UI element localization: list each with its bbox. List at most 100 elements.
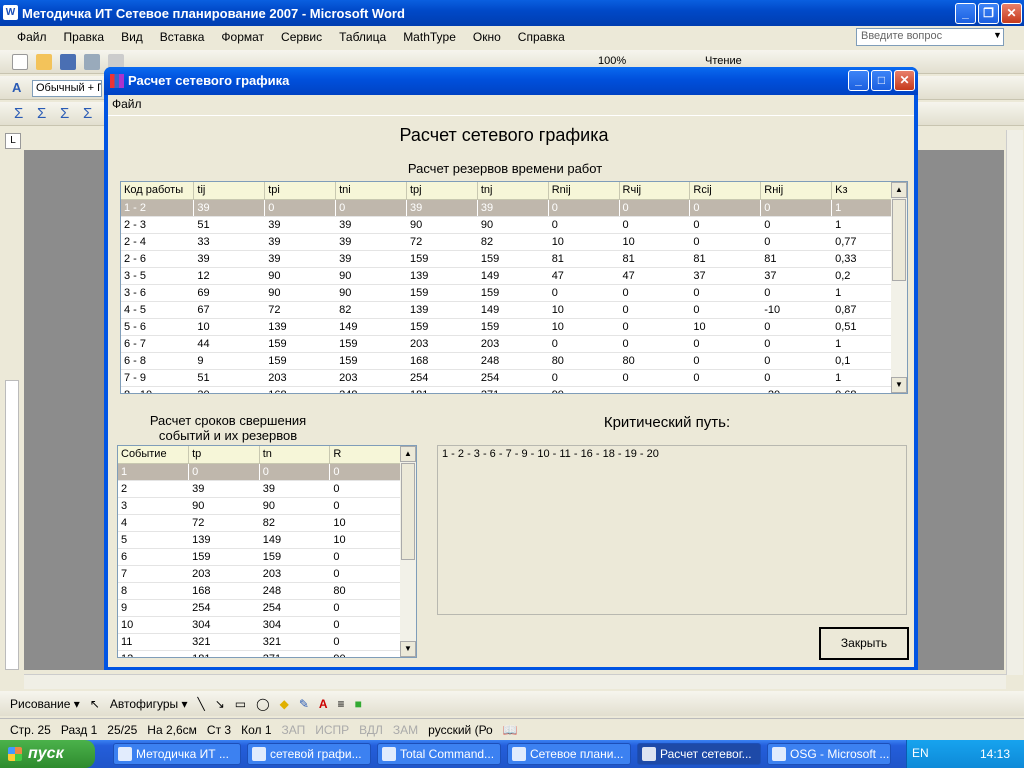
works-column-header[interactable]: tpi <box>264 182 337 200</box>
ask-dropdown-icon[interactable]: ▼ <box>993 30 1002 40</box>
document-vertical-scrollbar[interactable] <box>1006 130 1023 675</box>
works-scrollbar[interactable]: ▲ ▼ <box>891 182 907 393</box>
works-table-row[interactable]: 3 - 5 12 90 90 139 149 47 47 37 37 0,2 <box>121 267 893 285</box>
works-table-row[interactable]: 2 - 3 51 39 39 90 90 0 0 0 0 1 <box>121 216 893 234</box>
menu-table[interactable]: Таблица <box>339 30 386 44</box>
events-scroll-up-icon[interactable]: ▲ <box>400 446 416 462</box>
start-button[interactable]: пуск <box>0 740 95 768</box>
spelling-status-icon[interactable]: 📖 <box>503 723 518 737</box>
save-icon[interactable] <box>60 54 76 70</box>
status-ovr[interactable]: ЗАМ <box>393 723 418 737</box>
sum-icon-4[interactable]: Σ <box>83 105 99 122</box>
status-rec[interactable]: ЗАП <box>282 723 306 737</box>
language-indicator[interactable]: EN <box>912 746 929 760</box>
events-scrollbar[interactable]: ▲ ▼ <box>400 446 416 657</box>
events-table-row[interactable]: 5 139 149 10 <box>118 531 401 549</box>
open-folder-icon[interactable] <box>36 54 52 70</box>
works-column-header[interactable]: Rcij <box>689 182 762 200</box>
permission-icon[interactable] <box>84 54 100 70</box>
events-table-row[interactable]: 7 203 203 0 <box>118 565 401 583</box>
works-table-row[interactable]: 1 - 2 39 0 0 39 39 0 0 0 0 1 <box>121 199 893 217</box>
works-table-row[interactable]: 2 - 4 33 39 39 72 82 10 10 0 0 0,77 <box>121 233 893 251</box>
task-word-method[interactable]: Методичка ИТ ... <box>113 743 241 765</box>
events-table-row[interactable]: 6 159 159 0 <box>118 548 401 566</box>
scroll-up-icon[interactable]: ▲ <box>891 182 907 198</box>
line-style-icon[interactable]: ≡ <box>338 697 345 711</box>
zoom-value[interactable]: 100% <box>598 55 626 67</box>
minimize-icon[interactable]: _ <box>955 3 976 24</box>
scroll-down-icon[interactable]: ▼ <box>891 377 907 393</box>
style-select[interactable]: Обычный + П <box>32 80 102 97</box>
works-column-header[interactable]: tij <box>193 182 266 200</box>
task-network-graph[interactable]: сетевой графи... <box>247 743 371 765</box>
events-table-row[interactable]: 10 304 304 0 <box>118 616 401 634</box>
dialog-close-icon[interactable]: ✕ <box>894 70 915 91</box>
dialog-title-bar[interactable]: Расчет сетевого графика _ □ ✕ <box>104 67 918 95</box>
status-trk[interactable]: ИСПР <box>315 723 349 737</box>
works-table-row[interactable]: 8 - 103016824818127190 -200,68 <box>121 386 893 393</box>
close-button[interactable]: Закрыть <box>819 627 909 660</box>
new-document-icon[interactable] <box>12 54 28 70</box>
events-table-row[interactable]: 9 254 254 0 <box>118 599 401 617</box>
arrow-icon[interactable]: ↘ <box>215 697 225 711</box>
events-table-row[interactable]: 4 72 82 10 <box>118 514 401 532</box>
events-table-row[interactable]: 8 168 248 80 <box>118 582 401 600</box>
menu-mathtype[interactable]: MathType <box>403 30 456 44</box>
works-table-row[interactable]: 5 - 6 10 139 149 159 159 10 0 10 0 0,51 <box>121 318 893 336</box>
menu-format[interactable]: Формат <box>221 30 264 44</box>
styles-icon[interactable]: A <box>12 80 28 96</box>
works-column-header[interactable]: tnj <box>477 182 549 200</box>
events-column-header[interactable]: Событие <box>118 446 190 464</box>
works-table[interactable]: Код работы tij tpi tni tpj tnj Rnij Rчij Rcij Rнi… <box>120 181 908 394</box>
dialog-maximize-icon[interactable]: □ <box>871 70 892 91</box>
document-horizontal-scrollbar[interactable] <box>24 674 1006 689</box>
close-icon[interactable]: ✕ <box>1001 3 1022 24</box>
events-scroll-thumb[interactable] <box>401 463 415 560</box>
task-calc-graph[interactable]: Расчет сетевог... <box>637 743 761 765</box>
scroll-thumb[interactable] <box>892 199 906 281</box>
task-total-commander[interactable]: Total Command... <box>377 743 501 765</box>
menu-view[interactable]: Вид <box>121 30 143 44</box>
autoshapes-menu[interactable]: Автофигуры ▾ <box>110 697 188 711</box>
menu-file[interactable]: Файл <box>17 30 47 44</box>
works-table-row[interactable]: 6 - 8 9 159 159 168 248 80 80 0 0 0,1 <box>121 352 893 370</box>
events-column-header[interactable]: R <box>329 446 401 464</box>
status-ext[interactable]: ВДЛ <box>359 723 383 737</box>
task-osg[interactable]: OSG - Microsoft ... <box>767 743 891 765</box>
menu-insert[interactable]: Вставка <box>160 30 205 44</box>
works-column-header[interactable]: Rчij <box>619 182 691 200</box>
clock[interactable]: 14:13 <box>980 747 1010 761</box>
works-table-row[interactable]: 6 - 7 44 159 159 203 203 0 0 0 0 1 <box>121 335 893 353</box>
menu-window[interactable]: Окно <box>473 30 501 44</box>
events-scroll-down-icon[interactable]: ▼ <box>400 641 416 657</box>
works-column-header[interactable]: Код работы <box>121 182 195 200</box>
line-color-icon[interactable]: ✎ <box>299 697 309 711</box>
oval-icon[interactable]: ◯ <box>256 697 269 711</box>
menu-edit[interactable]: Правка <box>64 30 105 44</box>
works-column-header[interactable]: tpj <box>406 182 478 200</box>
task-network-planning[interactable]: Сетевое плани... <box>507 743 631 765</box>
works-column-header[interactable]: Rnij <box>548 182 620 200</box>
dialog-menu-file[interactable]: Файл <box>112 97 142 111</box>
sum-icon-3[interactable]: Σ <box>60 105 76 122</box>
menu-tools[interactable]: Сервис <box>281 30 322 44</box>
restore-icon[interactable]: ❐ <box>978 3 999 24</box>
works-column-header[interactable]: Rнij <box>760 182 833 200</box>
events-table-row[interactable]: 1000 <box>118 463 401 481</box>
works-column-header[interactable]: tni <box>335 182 407 200</box>
events-column-header[interactable]: tn <box>259 446 331 464</box>
events-table-row[interactable]: 1218127190 <box>118 650 401 657</box>
menu-help[interactable]: Справка <box>518 30 565 44</box>
ask-question-input[interactable]: Введите вопрос <box>856 28 1004 46</box>
line-icon[interactable]: ╲ <box>198 697 205 711</box>
events-table-row[interactable]: 11 321 321 0 <box>118 633 401 651</box>
rectangle-icon[interactable]: ▭ <box>235 697 246 711</box>
events-table-row[interactable]: 2 39 39 0 <box>118 480 401 498</box>
fill-color-icon[interactable]: ◆ <box>280 697 289 711</box>
draw-menu[interactable]: Рисование ▾ <box>10 697 80 711</box>
events-table-row[interactable]: 3 90 90 0 <box>118 497 401 515</box>
works-table-row[interactable]: 3 - 6 69 90 90 159 159 0 0 0 0 1 <box>121 284 893 302</box>
events-table[interactable]: Событие tp tn R 1 0 0 0 2 39 39 0 3 90 90 0 4 72 82 10 5 139… <box>117 445 417 658</box>
tab-selector-icon[interactable]: L <box>5 133 21 149</box>
sum-icon[interactable]: Σ <box>14 105 30 122</box>
